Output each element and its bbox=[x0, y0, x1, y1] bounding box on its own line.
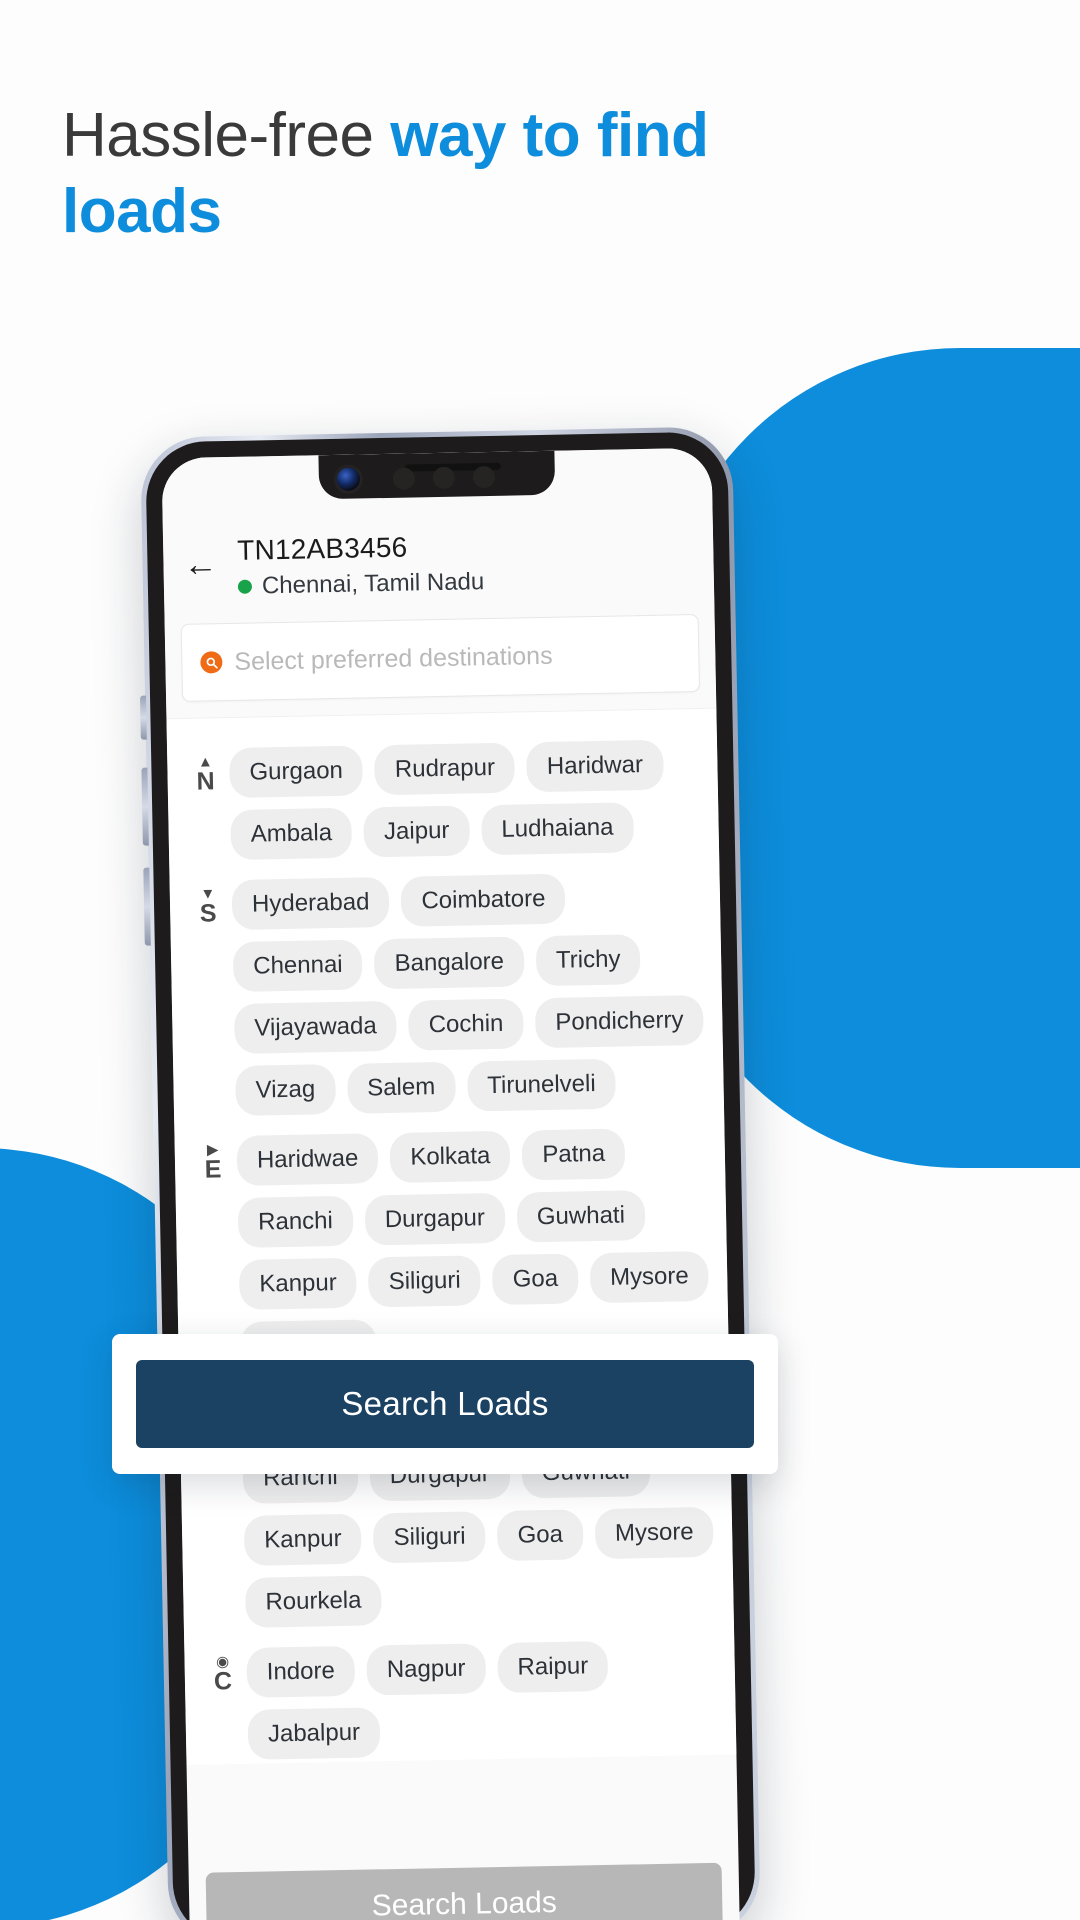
destination-chip-list[interactable]: ▲ N Gurgaon Rudrapur Haridwar Ambala Jaipur Lud… bbox=[166, 707, 737, 1766]
destination-chip[interactable]: Raipur bbox=[497, 1640, 609, 1694]
destination-chip[interactable]: Patna bbox=[521, 1128, 626, 1181]
destination-chip[interactable]: Hyderabad bbox=[231, 876, 390, 930]
compass-letter-glyph: C bbox=[213, 1667, 233, 1696]
destination-chip[interactable]: Guwhati bbox=[516, 1190, 646, 1243]
search-section: Select preferred destinations bbox=[164, 605, 717, 719]
phone-mockup: ← TN12AB3456 Chennai, Tamil Nadu Select … bbox=[140, 426, 761, 1920]
search-loads-card: Search Loads bbox=[112, 1334, 778, 1474]
destination-chip[interactable]: Mysore bbox=[589, 1250, 710, 1304]
ambient-light-sensor-icon bbox=[432, 466, 456, 490]
destination-chip[interactable]: Chennai bbox=[232, 939, 364, 992]
compass-letter-glyph: N bbox=[196, 767, 215, 796]
destination-chip[interactable]: Vizag bbox=[235, 1064, 336, 1116]
direction-group-s: ▼ S Hyderabad Coimbatore Chennai Bangalore Tri… bbox=[169, 855, 724, 1122]
destination-chip[interactable]: Nagpur bbox=[366, 1643, 487, 1696]
destination-chip[interactable]: Ranchi bbox=[237, 1195, 354, 1248]
destination-chip[interactable]: Salem bbox=[346, 1061, 456, 1114]
destination-chip[interactable]: Mysore bbox=[594, 1506, 715, 1560]
ir-dot-projector-icon bbox=[472, 465, 496, 489]
compass-south-icon: ▼ S bbox=[184, 880, 233, 927]
search-loads-button[interactable]: Search Loads bbox=[136, 1360, 754, 1448]
destination-chip[interactable]: Coimbatore bbox=[400, 873, 566, 927]
vehicle-location-row: Chennai, Tamil Nadu bbox=[237, 564, 714, 601]
phone-screen: ← TN12AB3456 Chennai, Tamil Nadu Select … bbox=[161, 447, 740, 1920]
compass-center-icon: ◉ C bbox=[198, 1648, 247, 1695]
destination-chip[interactable]: Jabalpur bbox=[247, 1707, 381, 1760]
destination-chip[interactable]: Rourkela bbox=[244, 1575, 382, 1628]
destination-chip[interactable]: Trichy bbox=[535, 934, 641, 987]
destination-chip[interactable]: Kanpur bbox=[243, 1513, 363, 1566]
vehicle-location: Chennai, Tamil Nadu bbox=[261, 568, 485, 600]
phone-mute-switch bbox=[140, 695, 147, 740]
headline-plain: Hassle-free bbox=[62, 101, 391, 170]
vehicle-number: TN12AB3456 bbox=[236, 531, 408, 566]
destination-chip[interactable]: Rudrapur bbox=[374, 742, 516, 796]
destination-chip[interactable]: Pondicherry bbox=[534, 994, 704, 1049]
promo-screenshot: Hassle-free way to find loads ← TN12AB34… bbox=[0, 0, 1080, 1920]
back-arrow-icon[interactable]: ← bbox=[163, 533, 238, 584]
destination-chip[interactable]: Kolkata bbox=[389, 1130, 511, 1184]
compass-east-icon: ▶ E bbox=[188, 1136, 237, 1183]
proximity-sensor-icon bbox=[392, 467, 416, 490]
destination-chip[interactable]: Jaipur bbox=[363, 805, 470, 858]
destination-chip[interactable]: Kanpur bbox=[238, 1257, 358, 1310]
destination-chip[interactable]: Bangalore bbox=[374, 936, 525, 990]
destination-chip[interactable]: Ludhaiana bbox=[480, 802, 634, 856]
destination-chip[interactable]: Goa bbox=[497, 1509, 584, 1562]
phone-notch bbox=[318, 450, 556, 500]
chip-row: Indore Nagpur Raipur Jabalpur bbox=[246, 1639, 722, 1760]
destination-chip[interactable]: Goa bbox=[492, 1253, 579, 1306]
destination-chip[interactable]: Tirunelveli bbox=[466, 1058, 617, 1112]
search-icon bbox=[200, 651, 223, 674]
compass-letter-glyph: E bbox=[204, 1155, 222, 1184]
page-title: Hassle-free way to find loads bbox=[62, 98, 822, 249]
destination-chip[interactable]: Durgapur bbox=[364, 1192, 506, 1246]
destination-chip[interactable]: Siliguri bbox=[368, 1255, 482, 1308]
destination-chip[interactable]: Cochin bbox=[408, 998, 524, 1051]
destination-chip[interactable]: Siliguri bbox=[373, 1511, 487, 1564]
direction-group-n: ▲ N Gurgaon Rudrapur Haridwar Ambala Jaipur Lud… bbox=[167, 723, 719, 866]
destination-chip[interactable]: Haridwar bbox=[526, 739, 664, 793]
secondary-search-loads-button[interactable]: Search Loads bbox=[205, 1862, 723, 1920]
compass-letter-glyph: S bbox=[199, 899, 217, 928]
compass-north-icon: ▲ N bbox=[181, 748, 230, 795]
destination-chip[interactable]: Gurgaon bbox=[229, 745, 364, 799]
direction-group-c: ◉ C Indore Nagpur Raipur Jabalpur bbox=[184, 1623, 736, 1766]
destination-chip[interactable]: Haridwae bbox=[236, 1133, 379, 1186]
destination-chip[interactable]: Vijayawada bbox=[233, 1000, 398, 1054]
green-status-dot bbox=[237, 579, 253, 594]
front-camera-icon bbox=[336, 467, 361, 491]
chip-row: Gurgaon Rudrapur Haridwar Ambala Jaipur Ludha… bbox=[229, 739, 705, 861]
destination-chip[interactable]: Indore bbox=[246, 1645, 356, 1698]
destination-chip[interactable]: Ambala bbox=[230, 807, 353, 861]
chip-row: Hyderabad Coimbatore Chennai Bangalore Trich… bbox=[231, 871, 710, 1116]
vehicle-info: TN12AB3456 Chennai, Tamil Nadu bbox=[237, 524, 714, 601]
destination-search-input[interactable]: Select preferred destinations bbox=[180, 613, 701, 702]
search-placeholder: Select preferred destinations bbox=[234, 641, 553, 676]
